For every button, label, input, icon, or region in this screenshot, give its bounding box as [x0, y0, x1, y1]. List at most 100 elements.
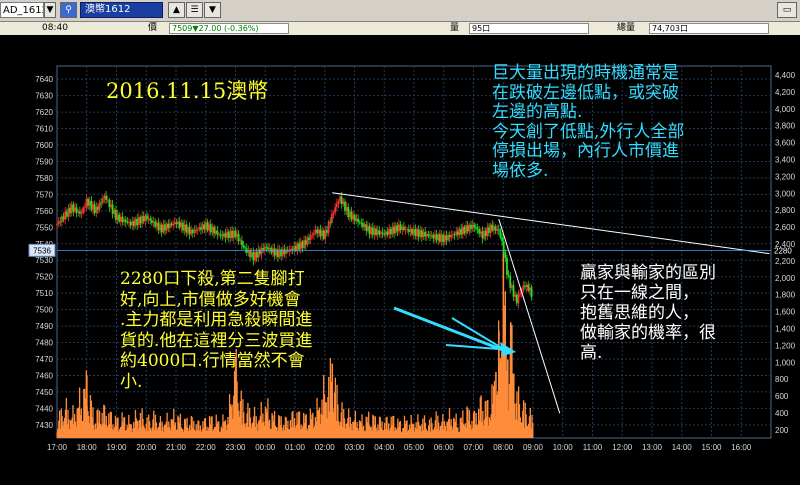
candle-body [474, 227, 477, 229]
list-button[interactable]: ☰ [186, 2, 203, 18]
time-tick-label: 17:00 [47, 443, 68, 452]
candle-body [165, 223, 168, 231]
candle-body [321, 230, 323, 237]
candle-body [134, 218, 137, 226]
annotation-line: 抱舊思維的人， [580, 303, 699, 323]
candle-body [116, 214, 119, 220]
candle-body [406, 229, 409, 231]
candle-body [499, 230, 502, 238]
volume-tick-label: 2,000 [775, 274, 796, 283]
candle-body [484, 230, 487, 237]
candle-body [522, 285, 525, 290]
candle-body [234, 230, 237, 238]
candle-body [128, 221, 130, 223]
candle-body [491, 224, 494, 231]
volume-tick-label: 1,800 [775, 291, 796, 300]
candle-body [363, 224, 366, 228]
candle-body [93, 204, 96, 214]
candle-body [244, 247, 247, 249]
candle-body [425, 234, 428, 237]
price-label: 價 [148, 23, 158, 33]
candle-body [473, 224, 476, 228]
candle-body [133, 221, 135, 226]
candle-body [327, 221, 330, 233]
window-button[interactable]: ▭ [777, 2, 797, 18]
scroll-up-button[interactable]: ▲ [168, 2, 185, 18]
candle-body [214, 230, 217, 234]
candle-body [136, 218, 139, 226]
candle-body [296, 243, 299, 251]
volume-label: 量 [450, 23, 460, 33]
candle-body [103, 195, 106, 199]
candle-body [438, 234, 441, 242]
volume-tick-label: 4,200 [775, 88, 796, 97]
candle-body [486, 227, 489, 237]
candle-body [348, 211, 351, 218]
candle-body [525, 284, 528, 287]
candle-body [124, 219, 127, 223]
quote-infobar: 08:40 價 7509▼27.00 (-0.36%) 量 95口 總量 74,… [0, 22, 800, 35]
candle-body [237, 233, 240, 242]
search-icon: ⚲ [65, 5, 72, 15]
candle-body [322, 230, 325, 239]
candle-body [97, 206, 99, 210]
annotation-line: 場依多. [492, 160, 549, 181]
candle-body [530, 287, 533, 298]
candle-body [229, 230, 232, 239]
candle-body [77, 211, 80, 213]
time-tick-label: 09:00 [523, 443, 544, 452]
candle-body [72, 204, 75, 212]
search-button[interactable]: ⚲ [60, 2, 77, 18]
candle-body [376, 230, 379, 235]
candle-body [506, 258, 508, 275]
candle-body [108, 199, 111, 208]
candle-body [167, 223, 170, 229]
volume-bar [501, 351, 503, 438]
candle-body [314, 229, 317, 234]
candle-body [357, 218, 359, 222]
symbol-name-label[interactable]: 澳幣1612 [80, 2, 163, 18]
candle-body [399, 224, 402, 231]
candle-body [309, 235, 312, 240]
candle-body [378, 230, 381, 235]
candle-body [190, 229, 193, 235]
volume-bar [331, 363, 334, 438]
candle-body [57, 221, 60, 225]
symbol-dropdown-button[interactable]: ▼ [44, 2, 56, 18]
candle-body [139, 217, 142, 224]
candle-body [267, 247, 269, 250]
candle-body [80, 213, 83, 214]
candle-body [149, 218, 152, 221]
annotation-line: 贏家與輸家的區別 [580, 263, 716, 283]
candle-body [335, 203, 338, 208]
time-tick-label: 10:00 [553, 443, 574, 452]
candle-body [391, 226, 394, 235]
volume-bar [495, 371, 497, 438]
symbol-code-field[interactable]: AD_1612.2 [0, 2, 44, 18]
time-tick-label: 11:00 [583, 443, 603, 452]
candle-body [254, 251, 256, 261]
candle-body [450, 235, 453, 238]
scroll-down-button[interactable]: ▼ [204, 2, 221, 18]
annotation-left-middle: 2280口下殺,第二隻腳打 好,向上,市價做多好機會 .主力都是利用急殺瞬間進 … [120, 269, 312, 392]
candle-body [201, 224, 204, 230]
time-tick-label: 13:00 [642, 443, 663, 452]
candle-body [375, 228, 377, 235]
candle-body [344, 201, 346, 211]
candle-body [461, 226, 464, 235]
candle-body [87, 198, 89, 206]
candle-body [83, 207, 86, 209]
candle-body [105, 195, 107, 200]
candle-body [504, 252, 507, 259]
candle-body [422, 231, 425, 237]
candle-body [283, 249, 286, 254]
candle-body [476, 228, 479, 230]
candle-body [262, 247, 265, 251]
price-tick-label: 7590 [35, 157, 53, 166]
candle-body [319, 229, 322, 237]
price-tick-label: 7470 [35, 355, 53, 364]
candle-body [396, 225, 399, 232]
candle-body [424, 231, 427, 237]
candle-body [65, 211, 68, 217]
candle-body [191, 229, 194, 234]
